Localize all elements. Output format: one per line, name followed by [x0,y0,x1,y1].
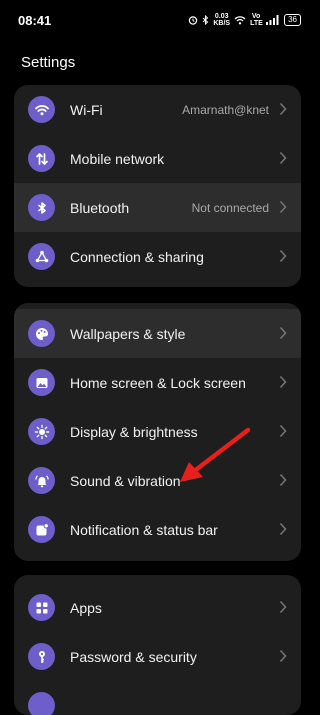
settings-item-sound-vibration[interactable]: Sound & vibration [14,456,301,505]
settings-item-notification-status-bar[interactable]: Notification & status bar [14,505,301,554]
settings-item-label: Notification & status bar [70,521,218,538]
chevron-right-icon [279,375,287,389]
settings-item-password-security[interactable]: Password & security [14,632,301,681]
page-title: Settings [21,54,76,71]
status-time: 08:41 [18,13,52,28]
chevron-right-icon [279,249,287,263]
settings-group-personalization: Wallpapers & style Home screen & Lock sc… [14,303,301,561]
settings-item-wifi[interactable]: Wi-Fi Amarnath@knet [14,85,301,134]
settings-item-value: Not connected [191,200,269,215]
chevron-right-icon [279,600,287,614]
wifi-icon [28,96,55,123]
settings-item-wallpapers-style[interactable]: Wallpapers & style [14,309,301,358]
settings-item-bluetooth[interactable]: Bluetooth Not connected [14,183,301,232]
settings-item-value: Amarnath@knet [182,102,269,117]
bluetooth-status-icon [203,15,209,25]
status-icons: 0.03 KB/S Vo LTE 36 [188,13,301,27]
bell-icon [28,467,55,494]
settings-group-apps-security: Apps Password & security [14,575,301,715]
mobile-network-icon [28,145,55,172]
chevron-right-icon [279,200,287,214]
partial-item-icon [28,692,55,715]
settings-item-connection-sharing[interactable]: Connection & sharing [14,232,301,281]
wifi-status-icon [234,16,246,25]
settings-item-label: Wi-Fi [70,101,103,118]
settings-item-label: Password & security [70,648,197,665]
image-icon [28,369,55,396]
network-speed: 0.03 KB/S [213,13,231,27]
settings-item-label: Mobile network [70,150,165,167]
settings-item-apps[interactable]: Apps [14,583,301,632]
chevron-right-icon [279,326,287,340]
chevron-right-icon [279,151,287,165]
alarm-icon [189,16,198,25]
settings-item-label: Bluetooth [70,199,130,216]
settings-group-connectivity: Wi-Fi Amarnath@knet Mobile network Bluet… [14,85,301,287]
key-icon [28,643,55,670]
palette-icon [28,320,55,347]
notification-icon [28,516,55,543]
brightness-icon [28,418,55,445]
settings-item-display-brightness[interactable]: Display & brightness [14,407,301,456]
apps-grid-icon [28,594,55,621]
volte-label: Vo LTE [250,13,263,27]
settings-item-mobile-network[interactable]: Mobile network [14,134,301,183]
chevron-right-icon [279,649,287,663]
chevron-right-icon [279,522,287,536]
settings-item-label: Connection & sharing [70,248,204,265]
chevron-right-icon [279,424,287,438]
status-bar: 08:41 0.03 KB/S Vo LTE 36 [0,0,315,40]
settings-item-partial[interactable] [14,681,301,715]
chevron-right-icon [279,473,287,487]
settings-item-label: Display & brightness [70,423,198,440]
settings-item-label: Home screen & Lock screen [70,374,246,391]
settings-item-label: Sound & vibration [70,472,181,489]
settings-item-label: Apps [70,599,102,616]
battery-indicator: 36 [284,14,301,26]
connection-sharing-icon [28,243,55,270]
settings-item-label: Wallpapers & style [70,325,186,342]
chevron-right-icon [279,102,287,116]
signal-icon [266,15,279,25]
bluetooth-icon [28,194,55,221]
settings-item-home-lock-screen[interactable]: Home screen & Lock screen [14,358,301,407]
